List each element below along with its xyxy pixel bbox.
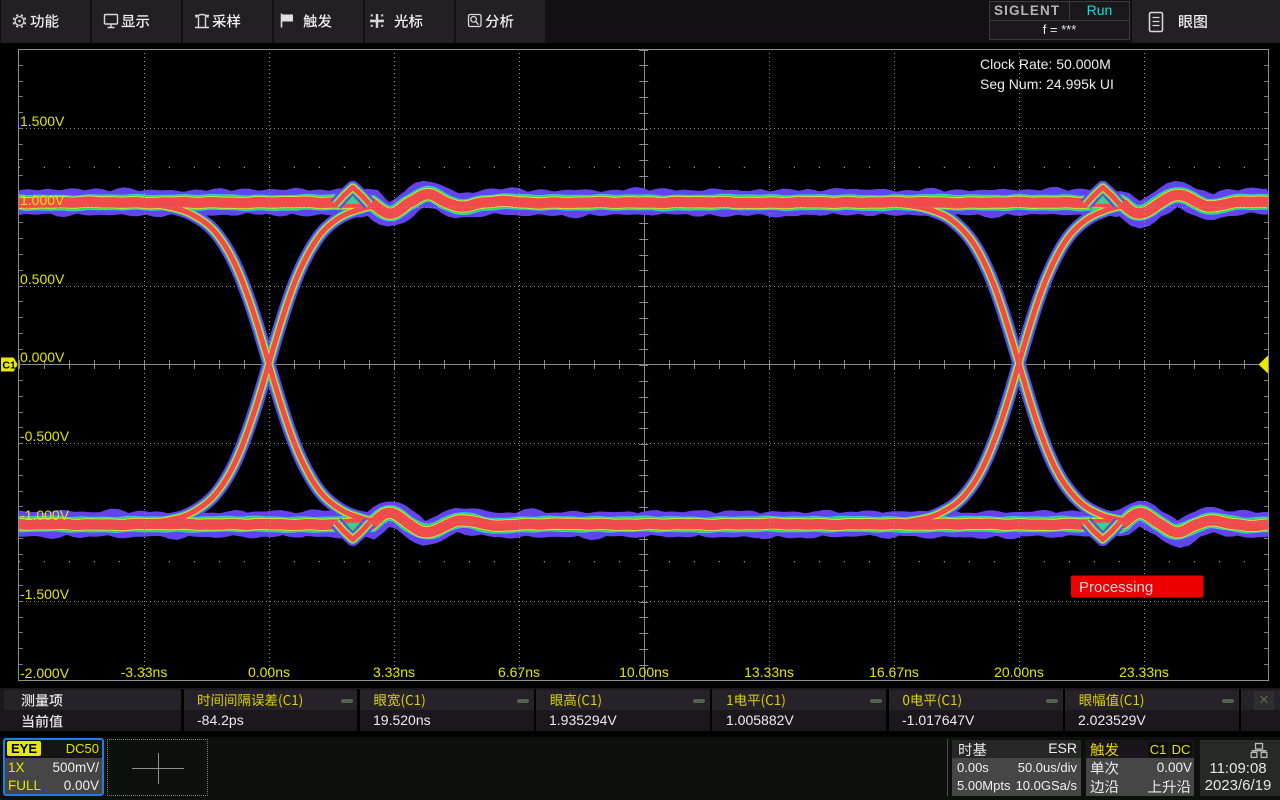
svg-text:1.500V: 1.500V bbox=[20, 113, 65, 129]
svg-text:-1.000V: -1.000V bbox=[20, 507, 70, 523]
svg-text:Clock Rate: 50.000M: Clock Rate: 50.000M bbox=[980, 56, 1111, 72]
svg-text:0.500V: 0.500V bbox=[20, 271, 65, 287]
svg-text:-1.500V: -1.500V bbox=[20, 586, 70, 602]
svg-text:-2.000V: -2.000V bbox=[20, 665, 70, 681]
svg-text:Processing: Processing bbox=[1079, 579, 1153, 596]
svg-text:-3.33ns: -3.33ns bbox=[121, 664, 168, 680]
svg-text:6.67ns: 6.67ns bbox=[498, 664, 540, 680]
svg-text:C1: C1 bbox=[2, 360, 16, 372]
svg-text:20.00ns: 20.00ns bbox=[994, 664, 1044, 680]
svg-text:10.00ns: 10.00ns bbox=[619, 664, 669, 680]
svg-text:16.67ns: 16.67ns bbox=[869, 664, 919, 680]
svg-text:-0.500V: -0.500V bbox=[20, 428, 70, 444]
svg-text:3.33ns: 3.33ns bbox=[373, 664, 415, 680]
svg-text:0.000V: 0.000V bbox=[20, 349, 65, 365]
svg-text:Seg Num: 24.995k UI: Seg Num: 24.995k UI bbox=[980, 76, 1114, 92]
svg-text:0.00ns: 0.00ns bbox=[248, 664, 290, 680]
svg-text:23.33ns: 23.33ns bbox=[1119, 664, 1169, 680]
svg-text:13.33ns: 13.33ns bbox=[744, 664, 794, 680]
svg-text:1.000V: 1.000V bbox=[20, 192, 65, 208]
